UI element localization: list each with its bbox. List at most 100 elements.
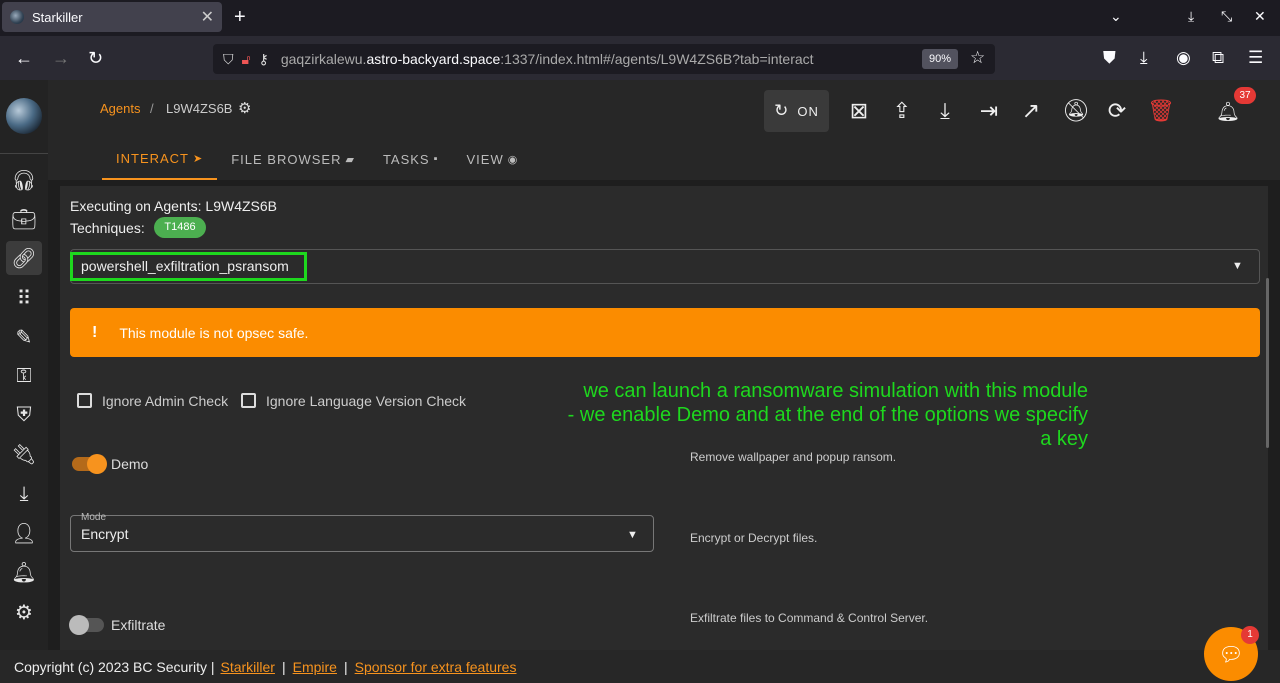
footer-link-sponsor[interactable]: Sponsor for extra features xyxy=(355,659,517,675)
notifications-bell-icon[interactable]: 🔔︎ xyxy=(6,555,42,589)
close-tab-icon[interactable]: ✕ xyxy=(201,7,214,27)
sync-icon[interactable]: ⟳ xyxy=(1104,98,1130,124)
annotation-line-1: we can launch a ransomware simulation wi… xyxy=(583,380,1088,402)
agent-settings-icon[interactable]: ⚙ xyxy=(238,99,251,117)
starkiller-favicon-icon xyxy=(10,10,24,24)
security-shield-icon[interactable]: ⛨ xyxy=(6,398,42,432)
key-icon: ⚷ xyxy=(258,50,269,67)
panel-scrollbar[interactable] xyxy=(1266,278,1269,448)
tab-view[interactable]: VIEW ◉ xyxy=(453,138,533,180)
eye-icon: ◉ xyxy=(507,153,519,166)
new-tab-button[interactable]: + xyxy=(234,6,246,29)
ignore-admin-check-checkbox[interactable] xyxy=(77,393,92,408)
downloads-tray-icon[interactable]: ⤓ xyxy=(6,477,42,511)
menu-icon[interactable]: ☰ xyxy=(1248,48,1263,68)
extensions-icon[interactable]: ⧉ xyxy=(1212,48,1224,68)
techniques-label: Techniques: xyxy=(70,220,145,236)
open-external-icon[interactable]: ↗ xyxy=(1018,98,1044,124)
on-label: ON xyxy=(797,103,819,119)
agents-link-icon[interactable]: 🔗︎ xyxy=(6,241,42,275)
close-window-icon[interactable]: ✕ xyxy=(1254,8,1266,25)
listeners-headphones-icon[interactable]: 🎧︎ xyxy=(6,163,42,197)
kill-date-calendar-icon[interactable]: ⊠ xyxy=(846,98,872,124)
caret-down-icon[interactable]: ▼ xyxy=(1232,260,1243,272)
mute-bell-off-icon[interactable]: 🔕︎ xyxy=(1062,98,1090,124)
footer-separator: | xyxy=(343,658,348,675)
pocket-icon[interactable]: ⛊ xyxy=(1103,48,1116,68)
exfiltrate-description: Exfiltrate files to Command & Control Se… xyxy=(690,611,929,625)
bookmark-star-icon[interactable]: ☆ xyxy=(970,48,985,68)
mode-caret-down-icon[interactable]: ▼ xyxy=(627,529,638,541)
cursor-icon: ➤ xyxy=(193,152,204,165)
notification-count-badge: 37 xyxy=(1234,87,1256,104)
browser-tab[interactable]: Starkiller ✕ xyxy=(2,2,222,32)
executing-on-text: Executing on Agents: L9W4ZS6B xyxy=(70,198,278,214)
tab-interact[interactable]: INTERACT ➤ xyxy=(102,138,218,180)
breadcrumb-current: L9W4ZS6B xyxy=(166,101,233,116)
users-person-icon[interactable]: 👤︎ xyxy=(6,516,42,550)
breadcrumb-separator: / xyxy=(150,101,154,116)
chat-icon: 💬︎ xyxy=(1218,643,1244,666)
chevron-down-icon[interactable]: ⌄ xyxy=(1110,8,1122,25)
download-icon[interactable]: ⤓ xyxy=(932,98,958,124)
plugin-plug-icon[interactable]: 🔌︎ xyxy=(6,437,42,471)
reload-icon[interactable]: ↻ xyxy=(88,48,103,69)
restore-icon[interactable]: ⤡ xyxy=(1221,8,1232,25)
upload-icon[interactable]: ⇪ xyxy=(889,98,915,124)
shield-icon: ⛉ xyxy=(223,50,234,67)
folder-icon: ▰ xyxy=(345,153,355,166)
footer-link-starkiller[interactable]: Starkiller xyxy=(221,659,275,675)
browser-tab-title: Starkiller xyxy=(32,9,83,25)
account-icon[interactable]: ◉ xyxy=(1176,48,1191,68)
back-icon[interactable]: ← xyxy=(15,48,33,69)
module-select-value[interactable]: powershell_exfiltration_psransom xyxy=(70,252,307,281)
credentials-key-icon[interactable]: ⚿ xyxy=(6,359,42,393)
tab-file-browser[interactable]: FILE BROWSER ▰ xyxy=(217,138,369,180)
minimize-icon[interactable]: ⤓ xyxy=(1188,8,1194,25)
annotation-note: we can launch a ransomware simulation wi… xyxy=(512,379,1088,451)
demo-label: Demo xyxy=(111,456,149,472)
ignore-language-version-checkbox[interactable] xyxy=(241,393,256,408)
forward-icon[interactable]: → xyxy=(52,48,70,69)
mode-select[interactable] xyxy=(70,515,654,552)
mode-value[interactable]: Encrypt xyxy=(81,526,128,542)
footer-separator: | xyxy=(281,658,286,675)
opsec-warning-alert: ! This module is not opsec safe. xyxy=(70,308,1260,357)
stagers-briefcase-icon[interactable]: 💼︎ xyxy=(6,202,42,236)
exfiltrate-label: Exfiltrate xyxy=(111,617,166,633)
tasks-note-icon: ▪ xyxy=(433,153,439,165)
tab-tasks[interactable]: TASKS ▪ xyxy=(369,138,453,180)
ignore-language-version-label: Ignore Language Version Check xyxy=(266,393,467,409)
insecure-lock-icon: 🔓︎ xyxy=(241,50,251,67)
url-text: gaqzirkalewu.astro-backyard.space:1337/i… xyxy=(280,51,814,67)
warning-text: This module is not opsec safe. xyxy=(119,324,309,341)
annotation-line-2: - we enable Demo and at the end of the o… xyxy=(567,404,1088,426)
ignore-admin-check-label: Ignore Admin Check xyxy=(102,393,229,409)
footer-link-empire[interactable]: Empire xyxy=(293,659,337,675)
settings-gear-icon[interactable]: ⚙ xyxy=(6,595,42,629)
notification-bell-icon[interactable]: 🔔︎ xyxy=(1216,100,1240,124)
agent-tabs: INTERACT ➤ FILE BROWSER ▰ TASKS ▪ VIEW ◉ xyxy=(102,138,532,180)
zoom-level[interactable]: 90% xyxy=(922,49,958,69)
demo-toggle-knob[interactable] xyxy=(87,454,107,474)
url-bar[interactable]: ⛉ 🔓︎ ⚷ gaqzirkalewu.astro-backyard.space… xyxy=(213,44,995,74)
downloads-icon[interactable]: ⤓ xyxy=(1140,48,1148,68)
delete-trash-icon[interactable]: 🗑︎ xyxy=(1147,98,1175,124)
breadcrumb-agents-link[interactable]: Agents xyxy=(100,101,140,116)
agent-refresh-toggle-button[interactable]: ↻ ON xyxy=(764,90,829,132)
mode-description: Encrypt or Decrypt files. xyxy=(690,531,818,545)
exfiltrate-toggle-knob[interactable] xyxy=(69,615,89,635)
starkiller-logo[interactable] xyxy=(6,98,42,134)
mode-legend: Mode xyxy=(81,512,107,523)
sidebar-divider xyxy=(0,153,48,154)
tab-interact-label: INTERACT xyxy=(116,150,189,166)
plugins-pencil-icon[interactable]: ✎ xyxy=(6,320,42,354)
annotation-line-3: a key xyxy=(1040,428,1088,450)
demo-description: Remove wallpaper and popup ransom. xyxy=(690,450,897,464)
refresh-icon: ↻ xyxy=(774,101,790,120)
file-import-icon[interactable]: ⇥ xyxy=(976,98,1002,124)
modules-grid-icon[interactable]: ⠿ xyxy=(6,281,42,315)
tab-view-label: VIEW xyxy=(466,151,504,167)
tab-tasks-label: TASKS xyxy=(382,151,430,167)
technique-chip[interactable]: T1486 xyxy=(154,217,206,238)
